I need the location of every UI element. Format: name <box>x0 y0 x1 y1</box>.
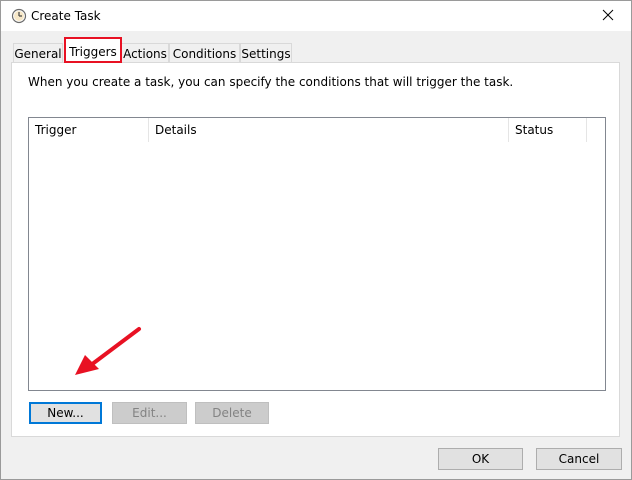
column-header-details[interactable]: Details <box>149 118 509 142</box>
column-header-status[interactable]: Status <box>509 118 587 142</box>
triggers-tab-panel: When you create a task, you can specify … <box>11 62 620 437</box>
tab-triggers[interactable]: Triggers <box>64 37 122 63</box>
new-trigger-button[interactable]: New... <box>29 402 102 424</box>
red-arrow-icon <box>75 327 141 375</box>
close-icon <box>602 9 614 24</box>
dialog-title: Create Task <box>31 9 101 23</box>
tab-general[interactable]: General <box>13 43 63 63</box>
close-button[interactable] <box>585 1 631 31</box>
tab-settings[interactable]: Settings <box>240 43 292 63</box>
title-bar[interactable]: Create Task <box>1 1 631 31</box>
new-button-label: New... <box>47 406 84 420</box>
tab-actions[interactable]: Actions <box>121 43 169 63</box>
cancel-button[interactable]: Cancel <box>536 448 622 470</box>
triggers-description: When you create a task, you can specify … <box>28 75 514 89</box>
ok-button[interactable]: OK <box>438 448 523 470</box>
tab-conditions[interactable]: Conditions <box>169 43 240 63</box>
column-header-trigger[interactable]: Trigger <box>29 118 149 142</box>
edit-trigger-button[interactable]: Edit... <box>112 402 187 424</box>
delete-trigger-button[interactable]: Delete <box>195 402 269 424</box>
create-task-dialog: Create Task General Triggers Actions Con… <box>0 0 632 480</box>
clock-icon <box>11 8 27 24</box>
